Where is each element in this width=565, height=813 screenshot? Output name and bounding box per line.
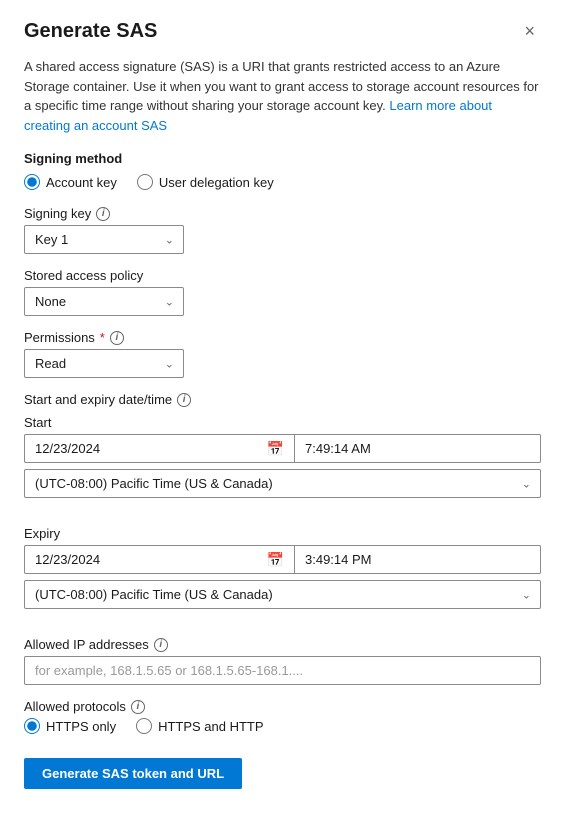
https-only-option[interactable]: HTTPS only: [24, 718, 116, 734]
account-key-label: Account key: [46, 175, 117, 190]
expiry-date-wrapper: 📅: [24, 545, 294, 574]
start-timezone-wrapper: (UTC-08:00) Pacific Time (US & Canada) (…: [24, 469, 541, 498]
allowed-protocols-group: Allowed protocols i HTTPS only HTTPS and…: [24, 699, 541, 734]
stored-access-policy-select[interactable]: None: [24, 287, 184, 316]
start-expiry-label-row: Start and expiry date/time i: [24, 392, 541, 407]
allowed-protocols-radio-group: HTTPS only HTTPS and HTTP: [24, 718, 541, 734]
signing-method-label: Signing method: [24, 151, 541, 166]
close-button[interactable]: ×: [518, 20, 541, 42]
user-delegation-key-radio[interactable]: [137, 174, 153, 190]
https-only-radio[interactable]: [24, 718, 40, 734]
dialog-header: Generate SAS ×: [24, 20, 541, 43]
start-expiry-label: Start and expiry date/time: [24, 392, 172, 407]
start-datetime-row: 📅: [24, 434, 541, 463]
https-http-label: HTTPS and HTTP: [158, 719, 263, 734]
allowed-ip-info-icon[interactable]: i: [154, 638, 168, 652]
account-key-radio[interactable]: [24, 174, 40, 190]
expiry-timezone-wrapper: (UTC-08:00) Pacific Time (US & Canada) (…: [24, 580, 541, 609]
permissions-required-star: *: [100, 330, 105, 345]
allowed-ip-label-row: Allowed IP addresses i: [24, 637, 541, 652]
https-http-radio[interactable]: [136, 718, 152, 734]
start-timezone-select[interactable]: (UTC-08:00) Pacific Time (US & Canada) (…: [24, 469, 541, 498]
dialog-title: Generate SAS: [24, 20, 157, 43]
start-label: Start: [24, 415, 541, 430]
expiry-timezone-select[interactable]: (UTC-08:00) Pacific Time (US & Canada) (…: [24, 580, 541, 609]
stored-access-policy-group: Stored access policy None ⌄: [24, 268, 541, 316]
stored-access-policy-label: Stored access policy: [24, 268, 541, 283]
allowed-protocols-label: Allowed protocols: [24, 699, 126, 714]
permissions-group: Permissions * i Read Write Delete List ⌄: [24, 330, 541, 378]
signing-method-radio-group: Account key User delegation key: [24, 174, 541, 190]
allowed-ip-group: Allowed IP addresses i: [24, 637, 541, 685]
start-time-input[interactable]: [294, 434, 541, 463]
start-expiry-info-icon[interactable]: i: [177, 393, 191, 407]
permissions-label: Permissions: [24, 330, 95, 345]
generate-sas-dialog: Generate SAS × A shared access signature…: [0, 0, 565, 813]
https-http-option[interactable]: HTTPS and HTTP: [136, 718, 263, 734]
user-delegation-key-label: User delegation key: [159, 175, 274, 190]
allowed-protocols-info-icon[interactable]: i: [131, 700, 145, 714]
https-only-label: HTTPS only: [46, 719, 116, 734]
expiry-group: Expiry 📅 (UTC-08:00) Pacific Time (US & …: [24, 526, 541, 623]
stored-access-policy-select-wrapper: None ⌄: [24, 287, 184, 316]
account-key-option[interactable]: Account key: [24, 174, 117, 190]
permissions-select[interactable]: Read Write Delete List: [24, 349, 184, 378]
signing-key-select-wrapper: Key 1 Key 2 ⌄: [24, 225, 184, 254]
expiry-time-input[interactable]: [294, 545, 541, 574]
user-delegation-key-option[interactable]: User delegation key: [137, 174, 274, 190]
permissions-label-row: Permissions * i: [24, 330, 541, 345]
signing-method-group: Signing method Account key User delegati…: [24, 151, 541, 190]
allowed-ip-label: Allowed IP addresses: [24, 637, 149, 652]
signing-key-group: Signing key i Key 1 Key 2 ⌄: [24, 206, 541, 254]
signing-key-select[interactable]: Key 1 Key 2: [24, 225, 184, 254]
start-date-wrapper: 📅: [24, 434, 294, 463]
expiry-date-input[interactable]: [24, 545, 294, 574]
expiry-label: Expiry: [24, 526, 541, 541]
allowed-ip-input[interactable]: [24, 656, 541, 685]
signing-key-label-row: Signing key i: [24, 206, 541, 221]
description-text: A shared access signature (SAS) is a URI…: [24, 57, 541, 135]
expiry-datetime-row: 📅: [24, 545, 541, 574]
signing-key-info-icon[interactable]: i: [96, 207, 110, 221]
permissions-select-wrapper: Read Write Delete List ⌄: [24, 349, 184, 378]
permissions-info-icon[interactable]: i: [110, 331, 124, 345]
start-date-input[interactable]: [24, 434, 294, 463]
generate-sas-button[interactable]: Generate SAS token and URL: [24, 758, 242, 789]
allowed-protocols-label-row: Allowed protocols i: [24, 699, 541, 714]
start-group: Start 📅 (UTC-08:00) Pacific Time (US & C…: [24, 415, 541, 512]
signing-key-label: Signing key: [24, 206, 91, 221]
